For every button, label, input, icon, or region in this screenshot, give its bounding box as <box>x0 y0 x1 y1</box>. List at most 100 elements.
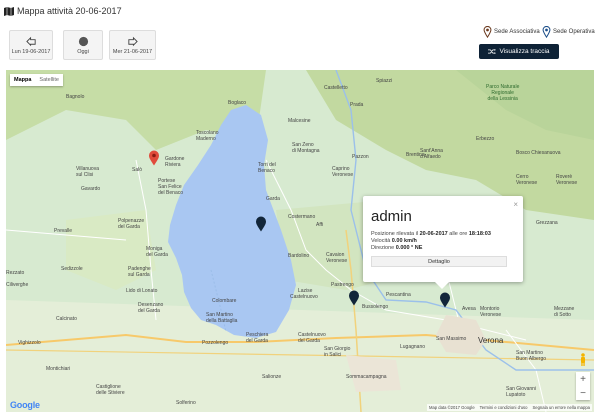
info-position-mid: alle ore <box>447 231 469 237</box>
map-icon <box>4 7 14 16</box>
info-time: 18:18:03 <box>468 231 491 237</box>
map-pin-brown-icon <box>483 26 492 38</box>
place-label: Grezzana <box>536 220 558 226</box>
circle-icon <box>78 36 88 46</box>
place-label: Sedizzole <box>61 266 83 272</box>
place-label: Montichiari <box>46 366 71 372</box>
place-label: Rezzato <box>6 270 25 276</box>
place-label: Caprino Veronese <box>332 166 354 178</box>
place-label: Salionze <box>262 374 282 380</box>
place-label: Torri del Benaco <box>258 162 276 174</box>
info-position-prefix: Posizione rilevata il <box>371 231 420 237</box>
page-title-bar: Mappa attività 20-06-2017 <box>4 4 122 18</box>
place-label: Parco Naturale Regionale della Lessinia <box>486 84 520 102</box>
place-label: Spiazzi <box>376 78 393 84</box>
place-label: Montorio Veronese <box>480 306 502 318</box>
place-label: Malcesine <box>288 118 311 124</box>
place-label: Pozzolengo <box>202 340 229 346</box>
legend-associativa: Sede Associativa <box>483 26 540 38</box>
map-pin-dark-icon[interactable] <box>348 290 360 306</box>
place-label: Erbezzo <box>476 136 495 142</box>
close-icon[interactable]: × <box>513 200 518 209</box>
map-pin-dark-icon[interactable] <box>439 292 451 308</box>
show-track-label: Visualizza traccia <box>499 48 550 55</box>
place-label: Castelletto <box>324 85 348 91</box>
place-label: Castiglione delle Stiviere <box>96 384 125 396</box>
map-pin-dark-icon[interactable] <box>255 216 267 232</box>
google-logo-text: Google <box>10 400 40 410</box>
map[interactable]: Mappa Satellite Bagnolo Boglaco Castelle… <box>6 70 594 412</box>
shuffle-icon <box>488 49 497 54</box>
place-label: Colombare <box>212 298 237 304</box>
place-label: Roverè Veronese <box>556 174 578 186</box>
map-type-control: Mappa Satellite <box>10 74 63 86</box>
place-label: Pazzon <box>352 154 369 160</box>
place-label: Lido di Lonato <box>126 288 158 294</box>
thumbs-right-icon <box>128 36 138 46</box>
zoom-out-button[interactable]: − <box>576 386 590 400</box>
place-label: Pescantina <box>386 292 411 298</box>
place-label: Polpenazze del Garda <box>118 218 145 230</box>
map-pin-red-icon[interactable] <box>148 150 160 166</box>
prev-day-button[interactable]: Lun 19-06-2017 <box>9 30 53 60</box>
place-label: Garda <box>266 196 280 202</box>
detail-button[interactable]: Dettaglio <box>371 256 507 267</box>
terms-link[interactable]: Termini e condizioni d'uso <box>480 405 528 410</box>
place-label: San Martino Buon Albergo <box>516 350 547 362</box>
place-label: Salò <box>132 167 143 173</box>
info-speed-line: Velocità 0.00 km/h <box>371 238 515 245</box>
info-position-line: Posizione rilevata il 20-06-2017 alle or… <box>371 231 515 238</box>
place-label: Boglaco <box>228 100 247 106</box>
place-label: Castelnuovo <box>290 294 318 300</box>
place-label: Bardolino <box>288 253 310 259</box>
map-footer: Map data ©2017 Google Termini e condizio… <box>426 404 592 411</box>
legend-operativa: Sede Operativa <box>542 26 595 38</box>
place-label: San Giovanni Lupatoto <box>506 386 537 398</box>
map-pin-blue-icon <box>542 26 551 38</box>
place-label: San Massimo <box>436 336 467 342</box>
thumbs-left-icon <box>25 36 36 46</box>
place-label: Costermano <box>288 214 316 220</box>
place-label: Ciliverghe <box>6 282 29 288</box>
next-day-button[interactable]: Mer 21-06-2017 <box>109 30 156 60</box>
place-label: Sommacampagna <box>346 374 387 380</box>
place-label: San Giorgio in Salici <box>324 346 351 358</box>
place-label: Gavardo <box>81 186 101 192</box>
place-label: Mezzane di Sotto <box>554 306 575 318</box>
prev-day-label: Lun 19-06-2017 <box>11 48 51 55</box>
place-label: Prada <box>350 102 364 108</box>
place-label: Verona <box>478 336 504 345</box>
place-label: Avesa <box>462 306 476 312</box>
street-view-pegman-icon[interactable] <box>579 353 587 366</box>
page-title: Mappa attività 20-06-2017 <box>17 6 122 16</box>
map-data-credit: Map data ©2017 Google <box>428 405 475 410</box>
place-label: Sant'Anna d'Alfaedo <box>420 148 443 160</box>
place-label: Castelnuovo del Garda <box>298 332 326 344</box>
next-day-label: Mer 21-06-2017 <box>112 48 153 55</box>
map-type-satellite-button[interactable]: Satellite <box>35 74 63 86</box>
place-label: Moniga del Garda <box>146 246 168 258</box>
zoom-in-button[interactable]: + <box>576 372 590 386</box>
place-label: Pastrengo <box>331 282 354 288</box>
place-label: Affi <box>316 222 324 228</box>
place-label: Padenghe sul Garda <box>128 266 151 278</box>
info-direction-prefix: Direzione <box>371 245 396 251</box>
place-label: Villanuova sul Clisi <box>76 166 99 178</box>
place-label: Bussolengo <box>362 304 389 310</box>
info-window-title: admin <box>371 208 412 225</box>
place-label: Portese San Felice del Benaco <box>158 178 184 196</box>
place-label: Cavaion Veronese <box>326 252 348 264</box>
place-label: San Martino della Battaglia <box>206 312 238 324</box>
place-label: Calcinato <box>56 316 77 322</box>
today-button[interactable]: Oggi <box>63 30 103 60</box>
map-type-map-button[interactable]: Mappa <box>10 74 35 86</box>
place-label: Bagnolo <box>66 94 85 100</box>
info-speed-prefix: Velocità <box>371 238 392 244</box>
show-track-button[interactable]: Visualizza traccia <box>479 44 559 59</box>
place-label: Peschiera del Garda <box>246 332 269 344</box>
place-label: Lugagnano <box>400 344 426 350</box>
place-label: Desenzano del Garda <box>138 302 164 314</box>
today-label: Oggi <box>77 48 89 55</box>
report-error-link[interactable]: Segnala un errore nella mappa <box>532 405 590 410</box>
place-label: Bosco Chiesanuova <box>516 150 561 156</box>
